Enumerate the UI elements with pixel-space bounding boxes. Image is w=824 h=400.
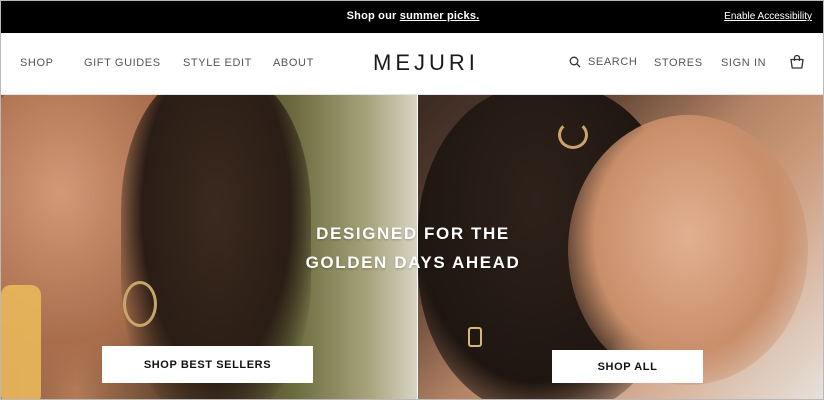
- nav-item-gift-guides[interactable]: GIFT GUIDES: [84, 57, 161, 69]
- announcement-prefix: Shop our: [346, 10, 397, 22]
- nav-item-sign-in[interactable]: SIGN IN: [721, 57, 766, 69]
- hero-headline-line1: DESIGNED FOR THE: [316, 224, 510, 243]
- nav-item-shop[interactable]: SHOP: [20, 57, 54, 69]
- search-icon: [569, 56, 581, 68]
- summer-picks-link[interactable]: summer picks.: [400, 10, 480, 22]
- enable-accessibility-link[interactable]: Enable Accessibility: [724, 11, 812, 22]
- main-nav: SHOP GIFT GUIDES STYLE EDIT ABOUT MEJURI…: [1, 33, 823, 95]
- shop-best-sellers-button[interactable]: SHOP BEST SELLERS: [102, 346, 313, 383]
- hero-headline: DESIGNED FOR THE GOLDEN DAYS AHEAD: [1, 219, 823, 277]
- hero-headline-line2: GOLDEN DAYS AHEAD: [305, 253, 521, 272]
- hero-banner: DESIGNED FOR THE GOLDEN DAYS AHEAD SHOP …: [1, 95, 823, 399]
- letter-pendant-shape: [468, 327, 482, 347]
- ear-cuff-shape: [558, 121, 588, 149]
- yellow-accent-shape: [1, 285, 41, 399]
- announcement-message: Shop our summer picks.: [1, 10, 823, 22]
- announcement-bar: Shop our summer picks. Enable Accessibil…: [1, 1, 823, 33]
- brand-logo[interactable]: MEJURI: [373, 50, 479, 76]
- shopping-bag-icon[interactable]: [789, 54, 805, 70]
- shop-all-button[interactable]: SHOP ALL: [552, 350, 703, 383]
- nav-item-stores[interactable]: STORES: [654, 57, 703, 69]
- page-frame: Shop our summer picks. Enable Accessibil…: [0, 0, 824, 400]
- search-label: SEARCH: [588, 56, 638, 68]
- hoop-earring-shape: [123, 281, 157, 327]
- nav-item-style-edit[interactable]: STYLE EDIT: [183, 57, 252, 69]
- nav-item-about[interactable]: ABOUT: [273, 57, 314, 69]
- search-button[interactable]: SEARCH: [569, 56, 637, 68]
